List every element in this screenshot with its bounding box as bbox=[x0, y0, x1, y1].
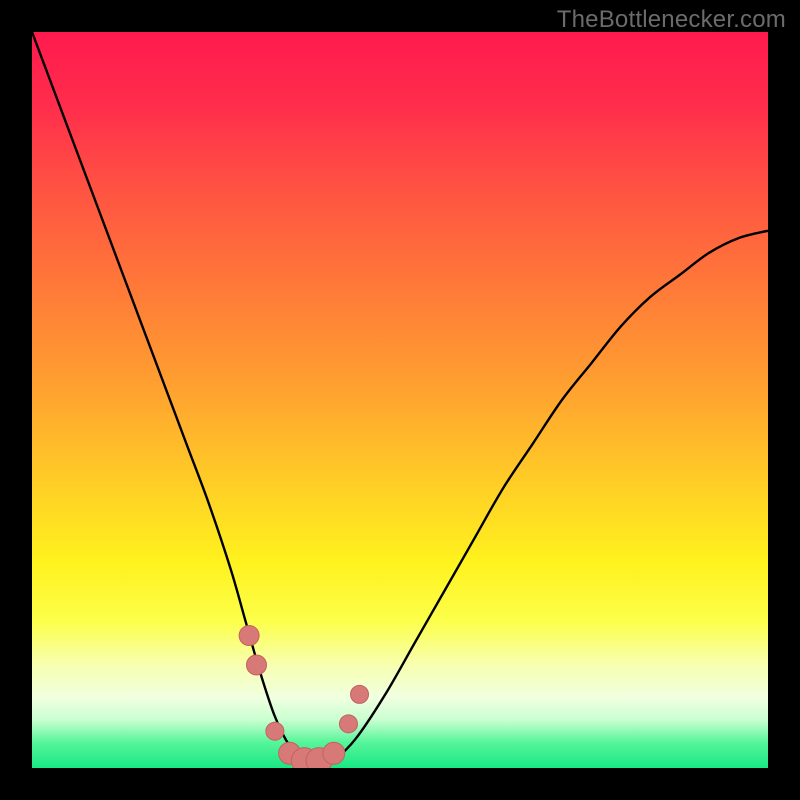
marker-dot bbox=[351, 685, 369, 703]
marker-dot bbox=[266, 722, 284, 740]
marker-dot bbox=[246, 655, 266, 675]
plot-background bbox=[32, 32, 768, 768]
bottleneck-chart bbox=[32, 32, 768, 768]
marker-dot bbox=[239, 626, 259, 646]
chart-frame: TheBottlenecker.com bbox=[0, 0, 800, 800]
marker-dot bbox=[323, 742, 345, 764]
marker-dot bbox=[339, 715, 357, 733]
watermark-text: TheBottlenecker.com bbox=[557, 6, 786, 34]
